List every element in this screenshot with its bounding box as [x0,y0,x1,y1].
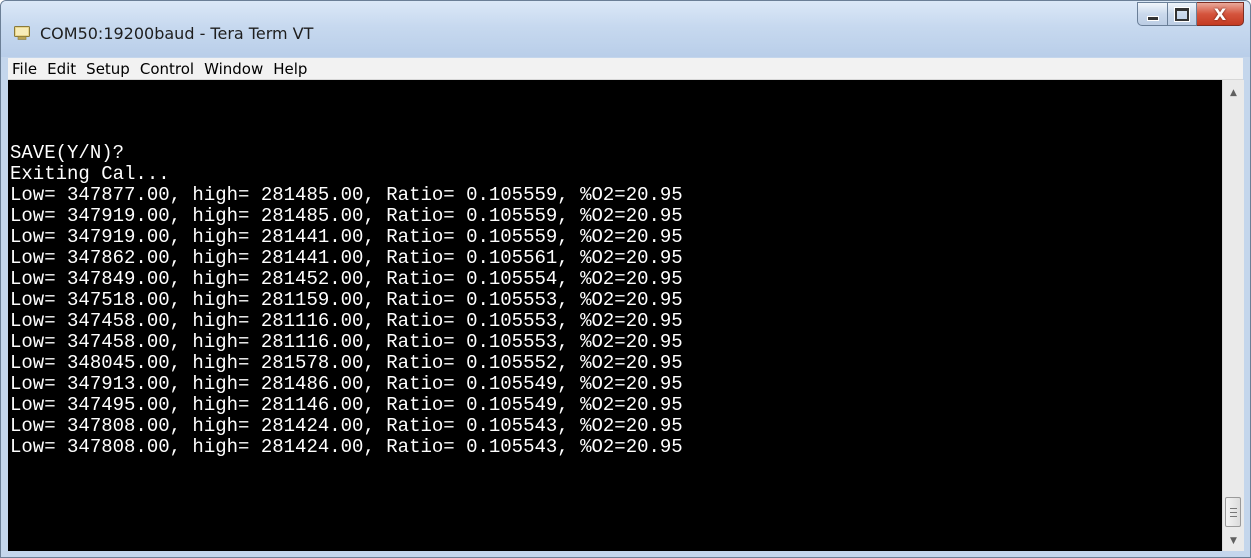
tera-term-app-icon [14,26,30,40]
terminal-line: Low= 348045.00, high= 281578.00, Ratio= … [10,352,683,374]
vertical-scrollbar[interactable]: ▲ ▼ [1222,80,1244,551]
maximize-button[interactable] [1168,2,1197,26]
tera-term-window: COM50:19200baud - Tera Term VT X File Ed… [0,0,1251,558]
window-title: COM50:19200baud - Tera Term VT [40,24,314,43]
terminal-screen[interactable]: SAVE(Y/N)? Exiting Cal... Low= 347877.00, … [8,80,1222,551]
terminal-line: Low= 347808.00, high= 281424.00, Ratio= … [10,415,683,437]
window-controls: X [1137,2,1244,29]
maximize-icon [1175,7,1189,21]
terminal-line: Low= 347919.00, high= 281485.00, Ratio= … [10,205,683,227]
terminal-line: Low= 347458.00, high= 281116.00, Ratio= … [10,310,683,332]
window-frame-bottom [1,551,1250,557]
minimize-button[interactable] [1137,2,1168,26]
terminal-line: Low= 347862.00, high= 281441.00, Ratio= … [10,247,683,269]
minimize-icon [1146,16,1159,21]
grip-icon [1229,507,1237,517]
terminal-line: Low= 347495.00, high= 281146.00, Ratio= … [10,394,683,416]
menu-file[interactable]: File [8,60,42,78]
terminal-line: Low= 347808.00, high= 281424.00, Ratio= … [10,436,683,458]
title-bar[interactable]: COM50:19200baud - Tera Term VT X [1,1,1250,57]
scroll-up-arrow-icon[interactable]: ▲ [1223,84,1244,101]
menu-bar: File Edit Setup Control Window Help [8,58,1243,80]
terminal-line: Low= 347458.00, high= 281116.00, Ratio= … [10,331,683,353]
terminal-line: Exiting Cal... [10,163,170,185]
terminal-line: Low= 347877.00, high= 281485.00, Ratio= … [10,184,683,206]
menu-setup[interactable]: Setup [81,60,135,78]
terminal-line: Low= 347913.00, high= 281486.00, Ratio= … [10,373,683,395]
menu-window[interactable]: Window [199,60,268,78]
terminal-line: Low= 347849.00, high= 281452.00, Ratio= … [10,268,683,290]
terminal-line: Low= 347518.00, high= 281159.00, Ratio= … [10,289,683,311]
terminal-line: Low= 347919.00, high= 281441.00, Ratio= … [10,226,683,248]
menu-control[interactable]: Control [135,60,199,78]
menu-help[interactable]: Help [268,60,312,78]
close-button[interactable]: X [1197,2,1244,26]
menu-edit[interactable]: Edit [42,60,81,78]
close-icon: X [1213,4,1227,24]
terminal-line: SAVE(Y/N)? [10,142,125,164]
scrollbar-thumb[interactable] [1225,497,1241,527]
scroll-down-arrow-icon[interactable]: ▼ [1223,532,1244,549]
